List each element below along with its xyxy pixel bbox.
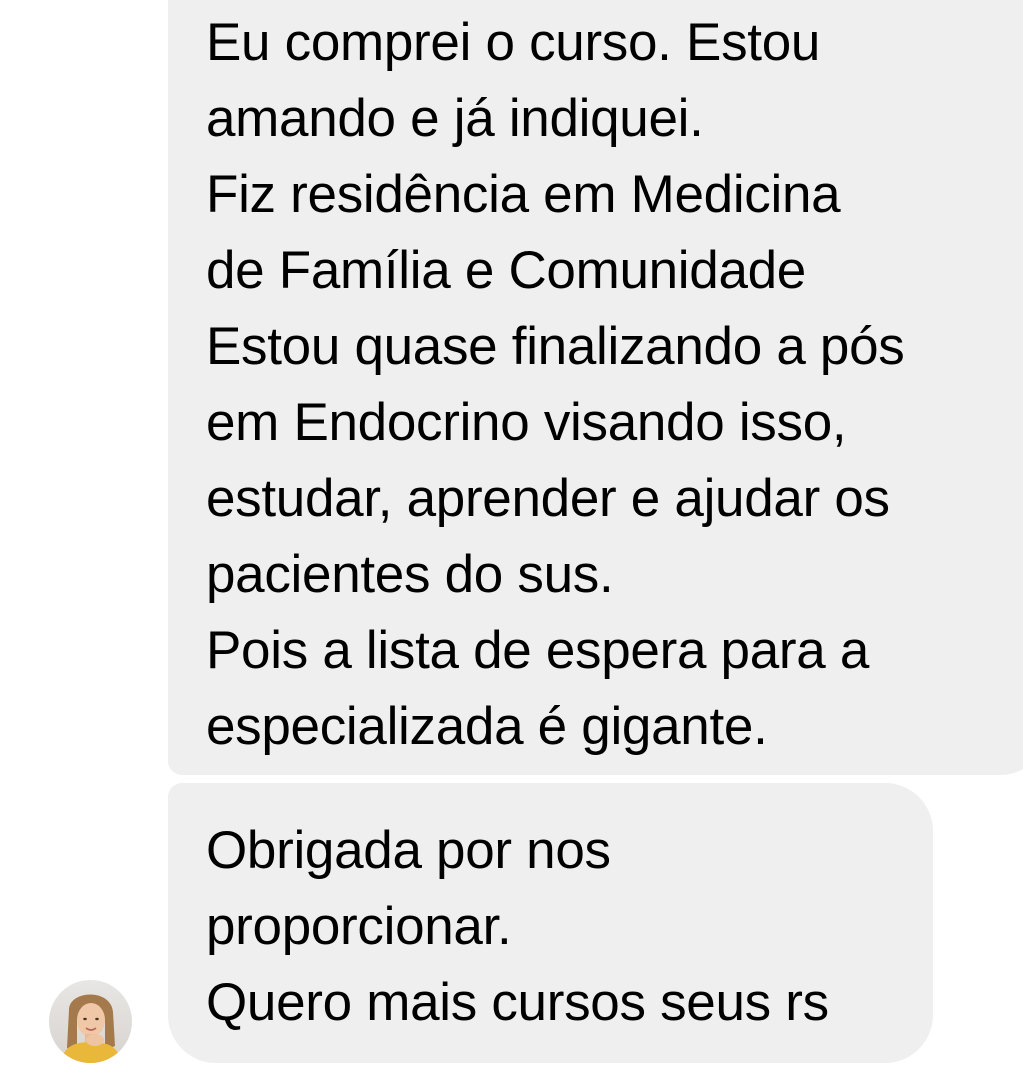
message-line: pacientes do sus.	[206, 545, 614, 604]
avatar-portrait-icon	[49, 980, 132, 1063]
message-line: Estou quase finalizando a pós	[206, 317, 905, 376]
message-line: Eu comprei o curso. Estou	[206, 13, 821, 72]
message-line: de Família e Comunidade	[206, 241, 806, 300]
message-line: em Endocrino visando isso,	[206, 393, 847, 452]
message-line: Fiz residência em Medicina	[206, 165, 841, 224]
avatar[interactable]	[49, 980, 132, 1063]
message-line: Quero mais cursos seus rs	[206, 973, 829, 1032]
message-line: proporcionar.	[206, 897, 512, 956]
message-line: amando e já indiquei.	[206, 89, 704, 148]
message-line: Obrigada por nos	[206, 821, 611, 880]
message-line: Pois a lista de espera para a	[206, 621, 870, 680]
message-line: especializada é gigante.	[206, 697, 768, 756]
message-bubble-2[interactable]: Obrigada por nos proporcionar. Quero mai…	[168, 783, 933, 1063]
message-line: estudar, aprender e ajudar os	[206, 469, 890, 528]
message-bubble-1[interactable]: Eu comprei o curso. Estou amando e já in…	[168, 0, 1023, 775]
